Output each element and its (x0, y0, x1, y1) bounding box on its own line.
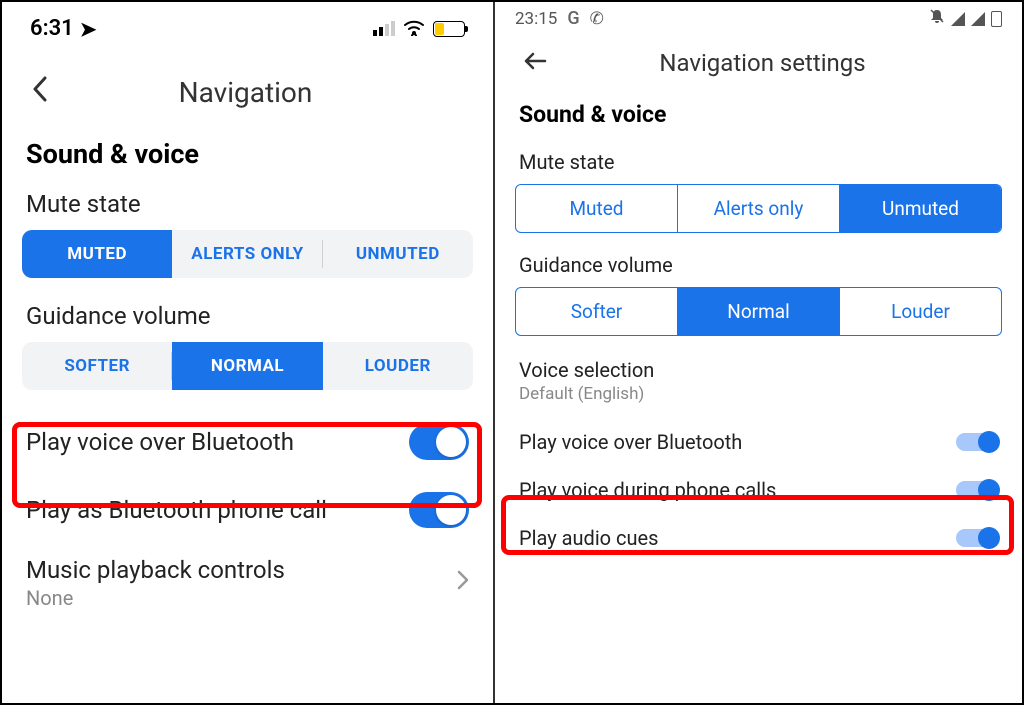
cellular-icon-2 (971, 12, 985, 26)
status-time: 6:31 (30, 16, 74, 41)
phone-icon: ✆ (590, 9, 604, 29)
seg-normal[interactable]: NORMAL (172, 342, 322, 390)
seg-louder[interactable]: LOUDER (323, 342, 473, 390)
seg-louder[interactable]: Louder (840, 288, 1001, 335)
mute-state-label: Mute state (495, 146, 1022, 184)
toggle-switch[interactable] (409, 492, 469, 528)
cellular-icon (373, 21, 395, 36)
row-label: Play voice during phone calls (519, 478, 776, 502)
row-label: Music playback controls (26, 556, 285, 584)
toggle-switch[interactable] (956, 433, 998, 451)
seg-unmuted[interactable]: UNMUTED (323, 230, 473, 278)
ios-panel: 6:31 ➤ Navigation Sound & voice Mute sta… (2, 2, 495, 703)
status-bar-ios: 6:31 ➤ (2, 2, 493, 51)
battery-icon (433, 21, 465, 37)
seg-alerts-only[interactable]: ALERTS ONLY (172, 230, 322, 278)
guidance-volume-label: Guidance volume (2, 296, 493, 342)
section-heading: Sound & voice (2, 130, 493, 184)
music-playback-row[interactable]: Music playback controls None (2, 544, 493, 622)
back-button[interactable] (22, 75, 58, 110)
toggle-switch[interactable] (409, 424, 469, 460)
play-as-bt-call-row[interactable]: Play as Bluetooth phone call (2, 476, 493, 544)
guidance-volume-segment: Softer Normal Louder (515, 287, 1002, 336)
back-button[interactable] (517, 49, 553, 77)
page-title: Navigation settings (553, 49, 972, 77)
row-label: Voice selection (519, 358, 998, 382)
seg-softer[interactable]: Softer (516, 288, 678, 335)
play-audio-cues-row[interactable]: Play audio cues (495, 514, 1022, 562)
google-icon: G (567, 8, 579, 29)
battery-icon (991, 11, 1002, 27)
play-voice-during-calls-row[interactable]: Play voice during phone calls (495, 466, 1022, 514)
seg-normal[interactable]: Normal (678, 288, 840, 335)
toggle-switch[interactable] (956, 529, 998, 547)
seg-softer[interactable]: SOFTER (22, 342, 172, 390)
row-label: Play voice over Bluetooth (519, 430, 742, 454)
android-panel: 23:15 G ✆ Navigation settings Sound & vo… (495, 2, 1022, 703)
row-value: Default (English) (519, 384, 998, 404)
mute-state-label: Mute state (2, 184, 493, 230)
seg-muted[interactable]: Muted (516, 185, 678, 232)
mute-state-segment: Muted Alerts only Unmuted (515, 184, 1002, 233)
page-title: Navigation (58, 76, 433, 109)
row-value: None (26, 586, 285, 610)
wifi-icon (403, 17, 425, 41)
header: Navigation settings (495, 31, 1022, 95)
header: Navigation (2, 51, 493, 130)
row-label: Play as Bluetooth phone call (26, 496, 327, 524)
seg-alerts-only[interactable]: Alerts only (678, 185, 840, 232)
row-label: Play audio cues (519, 526, 658, 550)
seg-unmuted[interactable]: Unmuted (840, 185, 1001, 232)
guidance-volume-segment: SOFTER NORMAL LOUDER (22, 342, 473, 390)
seg-muted[interactable]: MUTED (22, 230, 172, 278)
voice-selection-row[interactable]: Voice selection Default (English) (495, 352, 1022, 418)
chevron-right-icon (457, 570, 469, 596)
toggle-switch[interactable] (956, 481, 998, 499)
cellular-icon (951, 12, 965, 26)
row-label: Play voice over Bluetooth (26, 428, 294, 456)
play-voice-bluetooth-row[interactable]: Play voice over Bluetooth (2, 408, 493, 476)
status-time: 23:15 (515, 9, 557, 29)
play-voice-bluetooth-row[interactable]: Play voice over Bluetooth (495, 418, 1022, 466)
status-bar-android: 23:15 G ✆ (495, 2, 1022, 31)
guidance-volume-label: Guidance volume (495, 249, 1022, 287)
section-heading: Sound & voice (495, 95, 1022, 146)
notification-off-icon (929, 8, 945, 29)
mute-state-segment: MUTED ALERTS ONLY UNMUTED (22, 230, 473, 278)
location-icon: ➤ (80, 17, 97, 41)
